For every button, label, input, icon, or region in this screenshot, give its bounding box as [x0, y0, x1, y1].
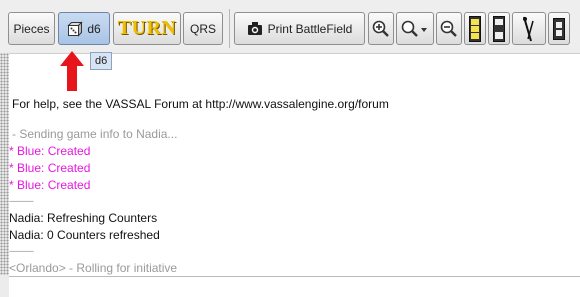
- toolbar: Pieces d6 TURN QRS Print BattleField: [0, 0, 580, 52]
- camera-icon: [247, 21, 263, 36]
- chat-line: * Blue: Created: [9, 178, 91, 192]
- toolbar-separator: [229, 9, 230, 48]
- zoom-out-button[interactable]: [436, 12, 462, 45]
- zoom-select-button[interactable]: [396, 12, 434, 45]
- chat-splitter-grip[interactable]: [0, 53, 9, 275]
- zoom-in-button[interactable]: [368, 12, 394, 45]
- chat-line: For help, see the VASSAL Forum at http:/…: [12, 97, 389, 111]
- d6-label: d6: [87, 21, 101, 36]
- qrs-label: QRS: [189, 21, 216, 36]
- zoom-in-icon: [372, 20, 390, 38]
- pieces-button[interactable]: Pieces: [8, 12, 55, 45]
- chat-line: <Orlando> - Rolling for initiative: [9, 261, 178, 275]
- zoom-out-icon: [440, 20, 458, 38]
- turn-button[interactable]: TURN: [113, 12, 181, 45]
- chat-separator: ------------: [9, 196, 34, 206]
- los-button[interactable]: [464, 12, 486, 45]
- opportunity-fire-counter-icon: [493, 15, 505, 42]
- soldier-figure-icon: [521, 15, 537, 43]
- print-battlefield-button[interactable]: Print BattleField: [234, 12, 365, 45]
- figure-button[interactable]: [512, 12, 546, 45]
- chat-separator: ------------: [9, 246, 34, 256]
- chat-line: Nadia: Refreshing Counters: [9, 211, 158, 225]
- zoom-dropdown-icon: [401, 20, 429, 38]
- red-arrow-annotation: [60, 51, 84, 91]
- qrs-button[interactable]: QRS: [183, 12, 223, 45]
- print-battlefield-label: Print BattleField: [267, 21, 353, 36]
- chat-log[interactable]: For help, see the VASSAL Forum at http:/…: [9, 53, 580, 276]
- chat-line: * Blue: Created: [9, 144, 91, 158]
- chat-input[interactable]: [9, 276, 580, 297]
- los-counter-icon: [469, 15, 481, 42]
- opportunity-fire-button[interactable]: [488, 12, 510, 45]
- counter-icon: [553, 17, 565, 40]
- chat-line: - Sending game info to Nadia...: [12, 127, 178, 141]
- turn-label: TURN: [117, 17, 177, 39]
- chat-line: * Blue: Created: [9, 161, 91, 175]
- d6-tooltip: d6: [90, 52, 113, 70]
- dice-icon: [67, 20, 84, 37]
- d6-button[interactable]: d6: [58, 12, 110, 45]
- chat-line: Nadia: 0 Counters refreshed: [9, 228, 160, 242]
- counter-button[interactable]: [548, 12, 570, 45]
- pieces-label: Pieces: [13, 21, 50, 36]
